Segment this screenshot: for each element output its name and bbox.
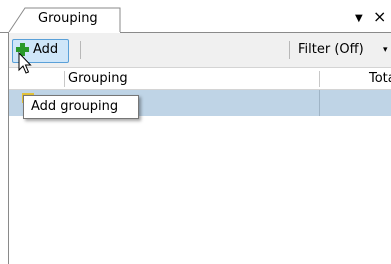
tab-grouping[interactable]: Grouping <box>38 11 98 26</box>
close-icon[interactable]: × <box>373 9 386 25</box>
tooltip-text: Add grouping <box>31 99 119 114</box>
filter-dropdown-icon[interactable]: ▾ <box>383 45 388 55</box>
mouse-cursor-icon <box>18 52 32 74</box>
toolbar-separator <box>80 41 81 59</box>
filter-button[interactable]: Filter (Off) <box>298 42 364 57</box>
chevron-down-icon[interactable]: ▼ <box>355 13 363 24</box>
column-header: Grouping Total <box>9 68 391 90</box>
toolbar-separator <box>289 41 290 59</box>
column-separator[interactable] <box>64 71 65 87</box>
cell-separator <box>319 90 320 116</box>
column-header-grouping[interactable]: Grouping <box>68 71 128 86</box>
toolbar: Add Filter (Off) ▾ <box>9 33 391 68</box>
tab-strip: Grouping ▼ × <box>0 0 391 33</box>
tooltip: Add grouping <box>23 95 139 119</box>
add-label: Add <box>33 42 59 57</box>
column-separator[interactable] <box>319 71 320 87</box>
column-header-total[interactable]: Total <box>369 71 391 86</box>
